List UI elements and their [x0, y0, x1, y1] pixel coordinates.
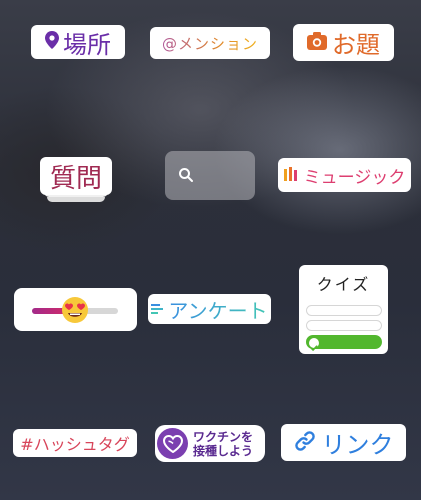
vaccine-sticker-line1: ワクチンを	[193, 429, 254, 444]
quiz-option-1	[305, 305, 382, 316]
hashtag-sticker[interactable]: #ハッシュタグ	[13, 429, 137, 457]
location-sticker[interactable]: 場所	[31, 25, 125, 59]
camera-icon	[307, 31, 327, 54]
vaccine-sticker[interactable]: ワクチンを 接種しよう	[155, 425, 265, 462]
quiz-option-2	[305, 320, 382, 331]
vaccine-sticker-line2: 接種しよう	[193, 443, 254, 458]
poll-lines-icon	[151, 300, 164, 319]
search-icon	[178, 167, 194, 187]
checkmark-icon	[308, 338, 319, 351]
odai-sticker[interactable]: お題	[293, 24, 394, 61]
music-bars-icon	[283, 166, 298, 185]
sticker-search-box[interactable]	[165, 151, 255, 200]
music-sticker[interactable]: ミュージック	[278, 158, 411, 192]
question-sticker-label: 質問	[49, 163, 102, 194]
mention-sticker[interactable]: @メンション	[150, 27, 270, 59]
emoji-slider-sticker[interactable]	[14, 288, 137, 331]
location-pin-icon	[45, 31, 59, 53]
location-sticker-label: 場所	[63, 30, 111, 59]
link-sticker[interactable]: リンク	[281, 424, 406, 461]
mention-sticker-label: @メンション	[161, 34, 258, 53]
odai-sticker-label: お題	[332, 31, 380, 59]
link-icon	[294, 430, 316, 456]
quiz-option-correct	[305, 335, 382, 351]
music-sticker-label: ミュージック	[303, 167, 406, 188]
link-sticker-label: リンク	[321, 431, 394, 459]
question-sticker[interactable]: 質問	[40, 157, 112, 195]
heart-badge-icon	[157, 428, 188, 459]
heart-eyes-emoji-icon[interactable]	[61, 296, 89, 328]
quiz-sticker-title: クイズ	[316, 275, 371, 294]
question-sticker-stack-back	[47, 197, 105, 202]
poll-sticker[interactable]: アンケート	[148, 294, 271, 324]
poll-sticker-label: アンケート	[168, 295, 267, 324]
quiz-sticker[interactable]: クイズ	[299, 265, 388, 354]
hashtag-sticker-label: #ハッシュタグ	[20, 435, 130, 454]
